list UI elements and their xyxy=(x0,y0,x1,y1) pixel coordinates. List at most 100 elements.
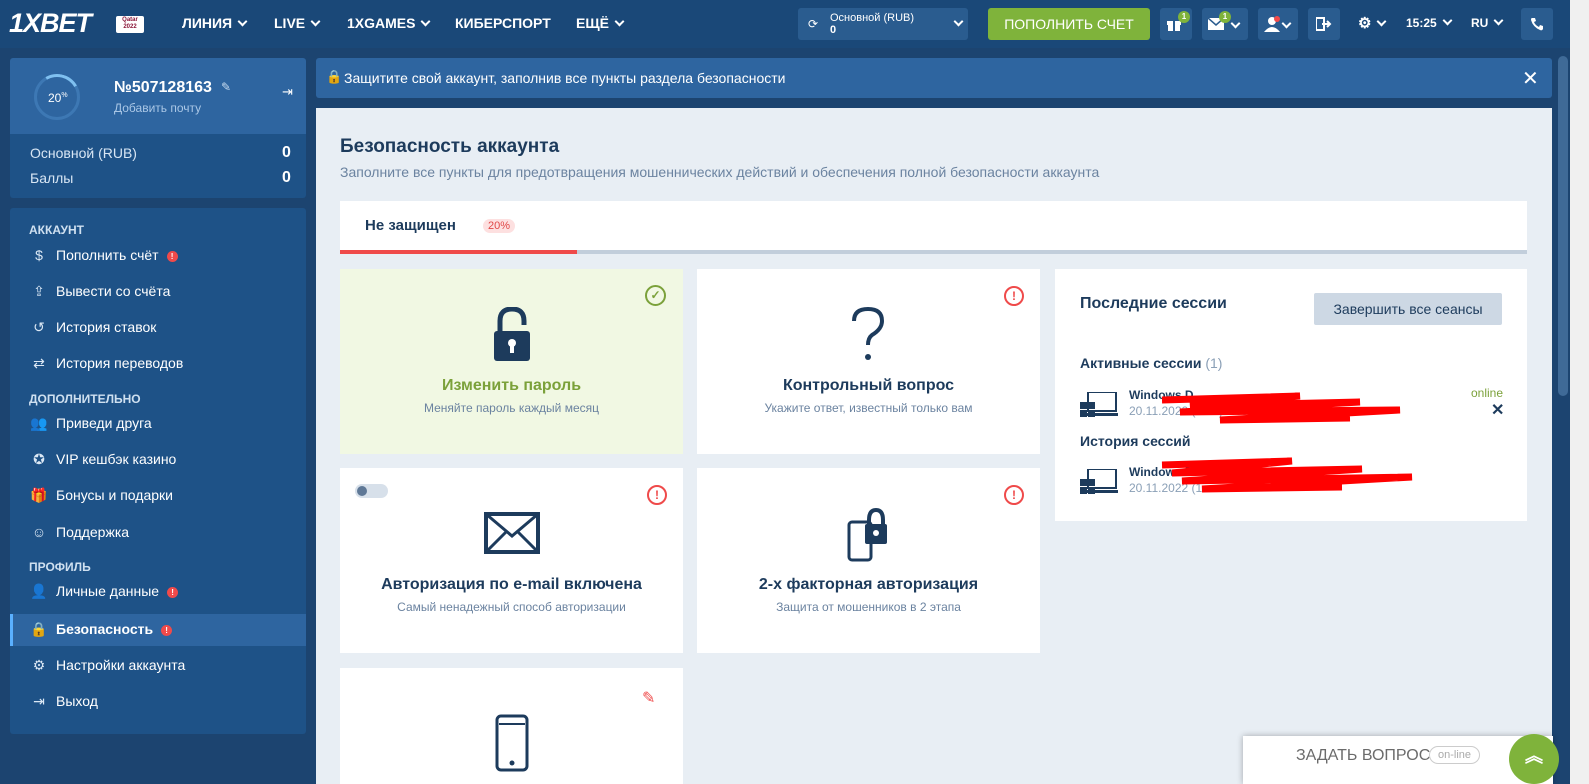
language-selector[interactable]: RU xyxy=(1471,15,1504,30)
mail-badge: 1 xyxy=(1219,11,1231,23)
points-value: 0 xyxy=(282,169,291,186)
sidebar-item-transfers[interactable]: ⇄ История переводов xyxy=(10,348,306,380)
sidebar-item-exit[interactable]: ⇥ Выход xyxy=(10,686,306,718)
end-all-sessions-button[interactable]: Завершить все сеансы xyxy=(1314,293,1502,325)
chevron-down-icon xyxy=(1442,15,1453,26)
online-status: online xyxy=(1471,386,1504,400)
notice-text: Защитите свой аккаунт, заполнив все пунк… xyxy=(344,70,786,86)
nav-more[interactable]: ЕЩЁ xyxy=(576,15,625,31)
scrollbar-thumb[interactable] xyxy=(1558,56,1568,396)
progress-percent: 20% xyxy=(48,91,68,105)
email-auth-toggle[interactable] xyxy=(355,484,388,498)
protection-tab[interactable]: Не защищен 20% xyxy=(340,201,1527,254)
nav-1xgames[interactable]: 1XGAMES xyxy=(347,15,431,31)
card-subtitle: Укажите ответ, известный только вам xyxy=(764,401,973,415)
lock-icon: 🔒 xyxy=(30,621,48,637)
chevron-down-icon xyxy=(310,16,321,27)
upload-icon: ⇪ xyxy=(33,283,45,299)
logout-button[interactable] xyxy=(1308,8,1340,40)
redaction-scribble xyxy=(1161,392,1401,424)
account-selector[interactable]: ⟳ Основной (RUB) 0 xyxy=(798,8,968,40)
sessions-title: Последние сессии xyxy=(1080,295,1227,312)
time-label: 15:25 xyxy=(1406,16,1437,30)
gift-badge: 1 xyxy=(1178,11,1190,23)
phone-button[interactable] xyxy=(1521,8,1553,40)
question-icon xyxy=(852,307,885,360)
pencil-icon[interactable]: ✎ xyxy=(221,80,231,94)
profile-card: 20% №507128163 ✎ Добавить почту ⇥ xyxy=(10,58,306,134)
user-icon: 👤 xyxy=(30,583,48,599)
alert-icon: ! xyxy=(167,587,179,598)
logout-icon[interactable]: ⇥ xyxy=(282,84,293,100)
vip-icon: ✪ xyxy=(33,451,45,467)
sync-icon[interactable]: ⟳ xyxy=(808,17,818,31)
phone-icon xyxy=(1531,18,1543,31)
security-notice: 🔒 Защитите свой аккаунт, заполнив все пу… xyxy=(316,58,1552,98)
window-edge xyxy=(1570,0,1589,784)
sidebar-item-personal[interactable]: 👤 Личные данные! xyxy=(10,576,306,608)
settings-button[interactable]: ⚙ xyxy=(1358,14,1387,32)
chevron-down-icon xyxy=(1281,18,1292,29)
windows-device-icon xyxy=(1080,469,1118,494)
gear-icon: ⚙ xyxy=(32,657,46,673)
ask-question-widget[interactable]: ЗАДАТЬ ВОПРОС on-line ︽ xyxy=(1243,734,1559,784)
phone-binding-card[interactable]: ✎ xyxy=(340,668,683,784)
mail-button[interactable]: 1 xyxy=(1202,8,1248,40)
exit-icon: ⇥ xyxy=(33,693,45,709)
nav-live[interactable]: LIVE xyxy=(274,15,321,31)
deposit-button[interactable]: ПОПОЛНИТЬ СЧЕТ xyxy=(988,8,1150,40)
balance-label: Основной (RUB) xyxy=(30,145,137,161)
account-label: Основной (RUB) xyxy=(830,12,915,24)
sidebar-item-label: История переводов xyxy=(56,355,184,371)
close-icon[interactable]: ✕ xyxy=(1522,66,1539,91)
sidebar-item-label: VIP кешбэк казино xyxy=(56,451,177,467)
logout-icon xyxy=(1316,17,1332,31)
windows-device-icon xyxy=(1080,392,1118,417)
sidebar-item-deposit[interactable]: $ Пополнить счёт! xyxy=(10,240,306,272)
history-sessions-label: История сессий xyxy=(1080,433,1191,449)
time-selector[interactable]: 15:25 xyxy=(1406,15,1453,30)
section-account: АККАУНТ xyxy=(29,223,84,237)
sidebar-item-label: Приведи друга xyxy=(56,415,152,431)
nav-label: LIVE xyxy=(274,15,306,31)
sidebar-item-support[interactable]: ☺ Поддержка xyxy=(10,517,306,549)
ask-question-label: ЗАДАТЬ ВОПРОС xyxy=(1296,747,1431,764)
page-scrollbar[interactable] xyxy=(1556,48,1570,784)
active-sessions-label: Активные сессии (1) xyxy=(1080,355,1223,371)
section-profile: ПРОФИЛЬ xyxy=(29,560,91,574)
sidebar-item-bonuses[interactable]: 🎁 Бонусы и подарки xyxy=(10,480,306,512)
phone-lock-icon xyxy=(847,507,887,562)
close-session-icon[interactable]: ✕ xyxy=(1491,400,1504,420)
sidebar-item-withdraw[interactable]: ⇪ Вывести со счёта xyxy=(10,276,306,308)
change-password-card[interactable]: ✓ Изменить пароль Меняйте пароль каждый … xyxy=(340,269,683,454)
alert-icon: ! xyxy=(166,251,178,262)
check-icon: ✓ xyxy=(645,285,666,306)
open-lock-icon xyxy=(494,307,530,361)
logo[interactable]: 1XBET xyxy=(9,8,92,39)
sidebar-item-security[interactable]: 🔒 Безопасность! xyxy=(10,614,306,646)
page-title: Безопасность аккаунта xyxy=(340,136,560,157)
sidebar-item-vip[interactable]: ✪ VIP кешбэк казино xyxy=(10,444,306,476)
nav-liniya[interactable]: ЛИНИЯ xyxy=(182,15,248,31)
nav-esports[interactable]: КИБЕРСПОРТ xyxy=(455,15,551,31)
sidebar-menu: АККАУНТ $ Пополнить счёт! ⇪ Вывести со счё… xyxy=(10,208,306,734)
chevron-down-icon xyxy=(421,16,431,27)
sidebar-item-label: Пополнить счёт xyxy=(56,247,159,263)
sidebar-item-bet-history[interactable]: ↺ История ставок xyxy=(10,312,306,344)
two-factor-card[interactable]: ! 2-х факторная авторизация Защита от мо… xyxy=(697,468,1040,653)
security-question-card[interactable]: ! Контрольный вопрос Укажите ответ, изве… xyxy=(697,269,1040,454)
transfer-icon: ⇄ xyxy=(33,355,45,371)
warning-icon: ! xyxy=(647,485,667,505)
chevron-up-icon[interactable]: ︽ xyxy=(1509,734,1559,784)
pencil-icon[interactable]: ✎ xyxy=(642,688,655,708)
security-panel: Безопасность аккаунта Заполните все пунк… xyxy=(316,108,1552,784)
gift-button[interactable]: 1 xyxy=(1160,8,1192,40)
add-email-link[interactable]: Добавить почту xyxy=(114,101,201,115)
sidebar-item-label: Выход xyxy=(56,693,98,709)
email-auth-card[interactable]: ! Авторизация по e-mail включена Самый н… xyxy=(340,468,683,653)
nav-label: ЕЩЁ xyxy=(576,15,609,31)
user-menu-button[interactable] xyxy=(1258,8,1298,40)
sidebar-item-invite[interactable]: 👥 Приведи друга xyxy=(10,408,306,440)
sidebar-item-settings[interactable]: ⚙ Настройки аккаунта xyxy=(10,650,306,682)
lock-icon: 🔒 xyxy=(326,69,343,84)
